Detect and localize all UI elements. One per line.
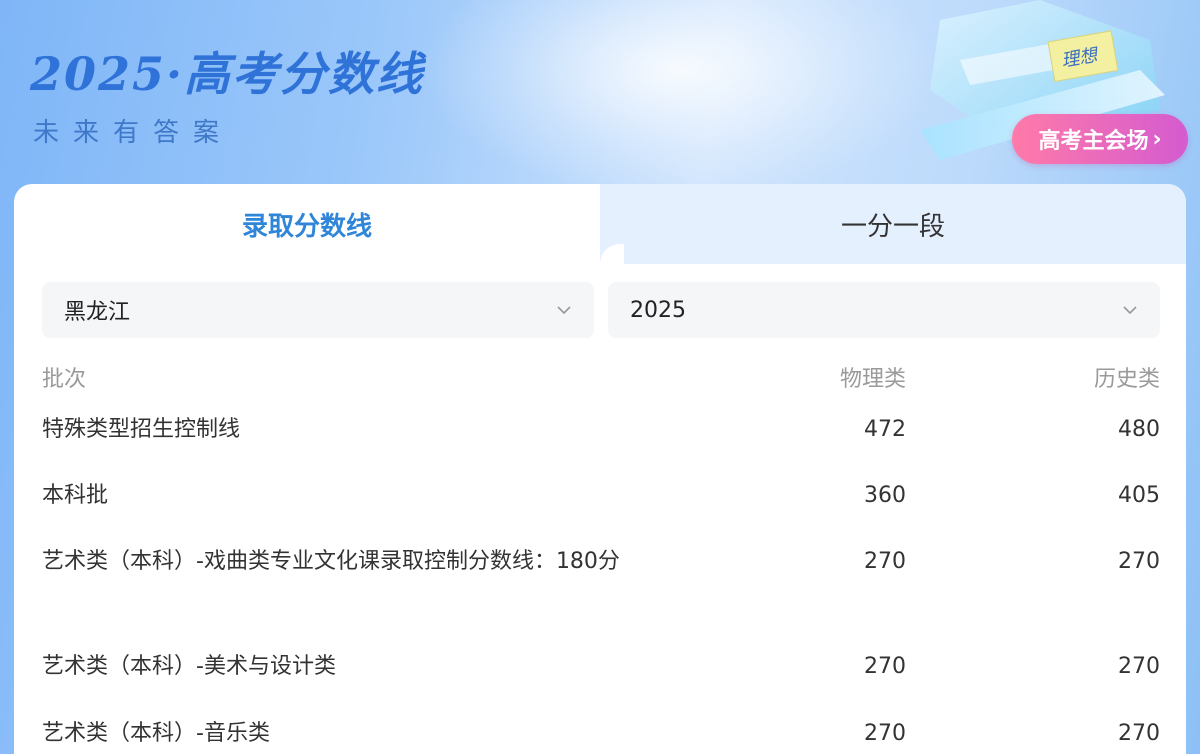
- header-banner: 2025·高考分数线 未来有答案 理想 高考主会场 ›: [0, 0, 1200, 200]
- row-batch: 艺术类（本科）-戏曲类专业文化课录取控制分数线：180分: [42, 549, 620, 574]
- tab-admission-line[interactable]: 录取分数线: [14, 184, 600, 264]
- filter-bar: 黑龙江 2025: [42, 282, 1160, 338]
- main-venue-label: 高考主会场: [1038, 129, 1149, 154]
- brand-subtitle: 未来有答案: [33, 118, 234, 148]
- row-batch: 特殊类型招生控制线: [42, 417, 241, 442]
- year-select[interactable]: 2025: [608, 282, 1160, 338]
- header-batch: 批次: [42, 367, 87, 392]
- brand-title: 2025·高考分数线: [30, 47, 425, 101]
- row-batch: 艺术类（本科）-音乐类: [42, 721, 270, 746]
- row-history: 270: [1118, 721, 1160, 746]
- row-physics: 270: [864, 654, 906, 679]
- row-physics: 472: [864, 417, 906, 442]
- row-physics: 270: [864, 549, 906, 574]
- province-value: 黑龙江: [64, 300, 131, 325]
- row-batch: 本科批: [42, 483, 109, 508]
- chevron-down-icon: [557, 306, 571, 315]
- main-venue-button[interactable]: 高考主会场 ›: [1012, 114, 1188, 164]
- chevron-right-icon: ›: [1152, 126, 1162, 152]
- year-value: 2025: [630, 297, 686, 323]
- header-history: 历史类: [1093, 367, 1160, 392]
- row-history: 480: [1118, 417, 1160, 442]
- row-batch: 艺术类（本科）-美术与设计类: [42, 654, 336, 679]
- row-physics: 270: [864, 721, 906, 746]
- score-table: 批次 物理类 历史类 特殊类型招生控制线 472 480 本科批 360 405…: [42, 362, 1160, 746]
- province-select[interactable]: 黑龙江: [42, 282, 594, 338]
- header-physics: 物理类: [839, 367, 906, 392]
- row-history: 405: [1118, 483, 1160, 508]
- score-card: 录取分数线 一分一段 黑龙江 2025 批次 物理类 历史类 特殊类型招生控制线…: [14, 184, 1186, 754]
- table-header: 批次 物理类 历史类: [42, 362, 1160, 398]
- chevron-down-icon: [1123, 306, 1137, 315]
- row-physics: 360: [864, 483, 906, 508]
- row-history: 270: [1118, 549, 1160, 574]
- tab-bar: 录取分数线 一分一段: [14, 184, 1186, 264]
- banner-glow: [420, 0, 940, 200]
- tab-score-distribution[interactable]: 一分一段: [600, 184, 1186, 264]
- row-history: 270: [1118, 654, 1160, 679]
- book-illustration: 理想: [920, 0, 1165, 160]
